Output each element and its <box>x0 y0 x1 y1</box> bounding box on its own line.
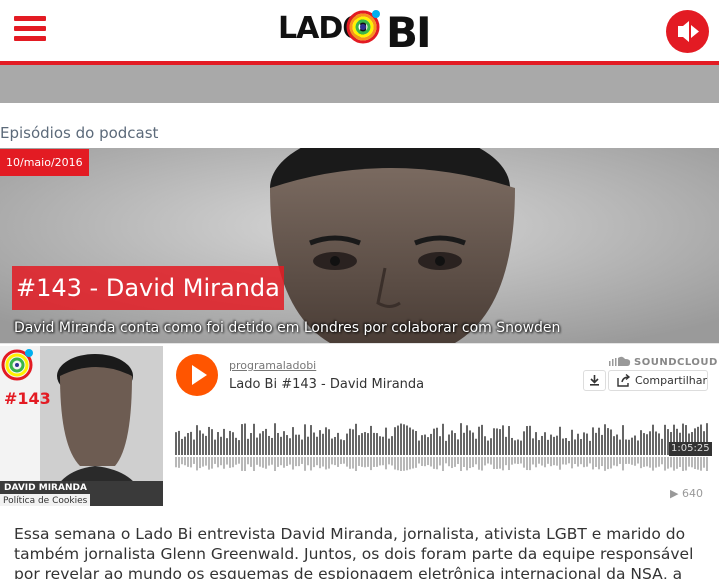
soundcloud-player: #143 DAVID MIRANDA Política de Cookies p… <box>0 343 719 508</box>
episode-subtitle: David Miranda conta como foi detido em L… <box>14 320 561 336</box>
site-logo[interactable]: LADO BI <box>278 4 443 58</box>
page: LADO BI Episódios do podcast 10/maio/201… <box>0 0 719 579</box>
play-icon[interactable] <box>176 354 218 396</box>
soundcloud-username[interactable]: programaladobi <box>229 359 316 372</box>
logo-rainbow-ring <box>346 10 380 44</box>
ad-banner-placeholder <box>0 65 719 103</box>
artwork-episode-number: #143 <box>4 389 51 408</box>
track-duration: 1:05:25 <box>669 442 712 456</box>
share-icon <box>617 374 631 387</box>
site-header: LADO BI <box>0 0 719 62</box>
cookie-policy-link[interactable]: Política de Cookies <box>0 494 91 506</box>
audio-waveform[interactable] <box>175 421 709 471</box>
soundcloud-logo[interactable]: SOUNDCLOUD <box>609 356 718 368</box>
share-label: Compartilhar <box>635 374 708 387</box>
podcast-icon[interactable] <box>666 10 709 53</box>
download-icon[interactable] <box>583 370 606 391</box>
play-count: ▶ 640 <box>670 487 703 500</box>
soundcloud-cloud-icon <box>609 356 631 366</box>
share-button[interactable]: Compartilhar <box>608 370 708 391</box>
hamburger-icon[interactable] <box>14 15 46 43</box>
track-artwork[interactable]: #143 DAVID MIRANDA Política de Cookies <box>0 346 163 506</box>
episode-date-badge: 10/maio/2016 <box>0 149 89 176</box>
soundcloud-track-title[interactable]: Lado Bi #143 - David Miranda <box>229 377 424 392</box>
article-body: Essa semana o Lado Bi entrevista David M… <box>14 525 694 579</box>
logo-text-bi: BI <box>386 8 432 57</box>
artwork-name: DAVID MIRANDA <box>4 483 87 493</box>
episode-hero-image[interactable] <box>0 148 719 343</box>
section-title: Episódios do podcast <box>0 124 159 142</box>
episode-title[interactable]: #143 - David Miranda <box>12 266 284 310</box>
